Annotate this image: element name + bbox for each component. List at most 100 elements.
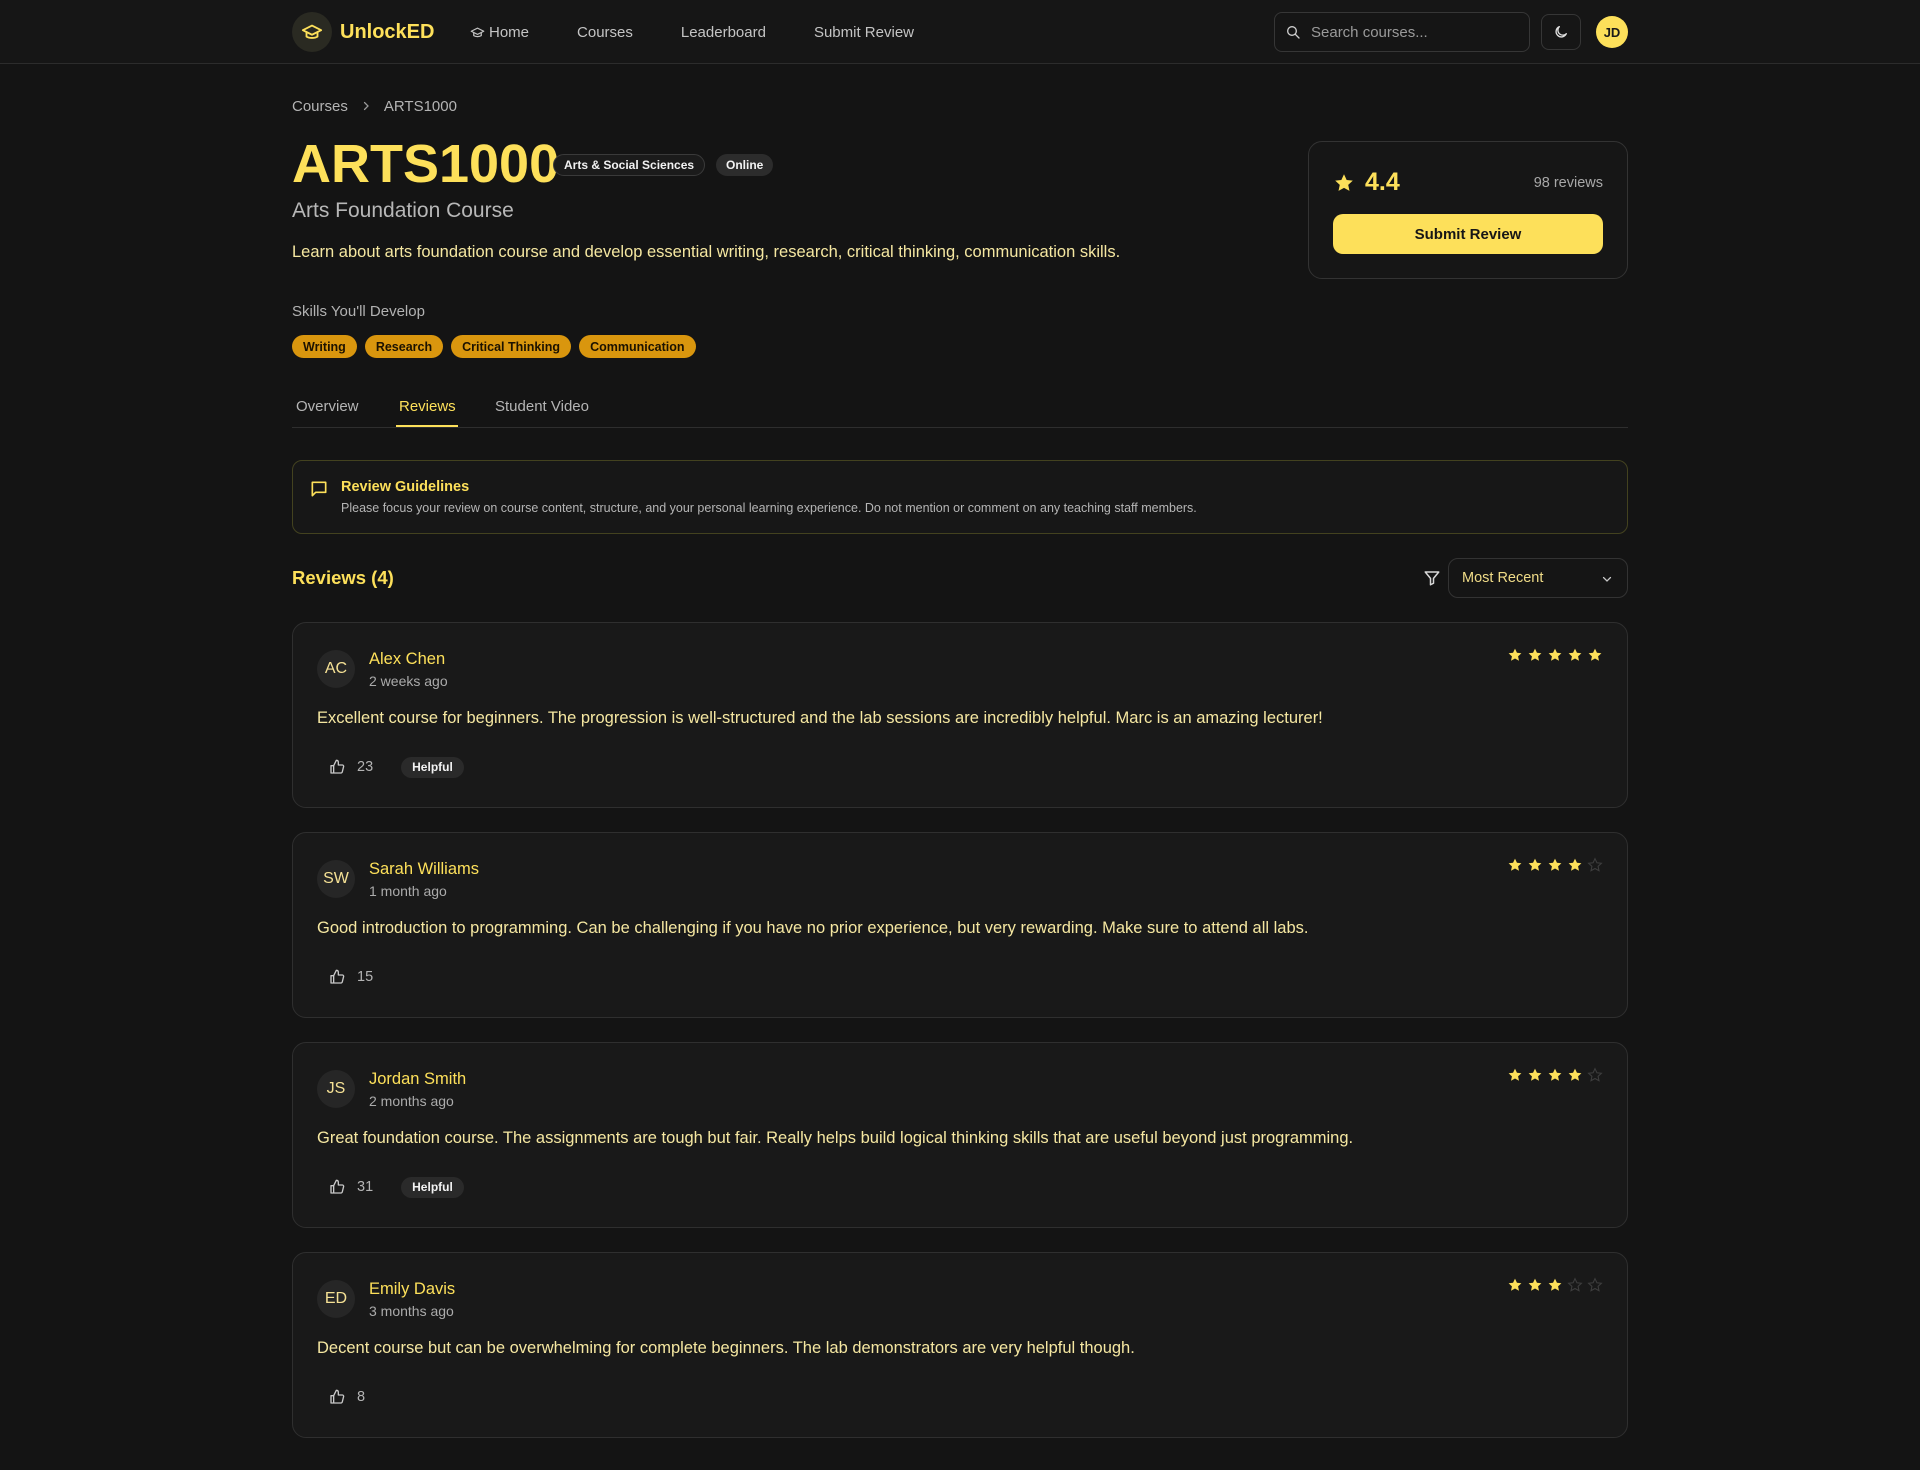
delivery-mode-badge: Online	[716, 154, 774, 176]
user-avatar[interactable]: JD	[1596, 16, 1628, 48]
star-filled-icon	[1548, 648, 1562, 661]
skill-tag: Communication	[579, 335, 696, 358]
like-count: 15	[357, 969, 374, 985]
star-filled-icon	[1548, 858, 1562, 871]
star-filled-icon	[1508, 1068, 1522, 1081]
top-navbar: UnlockED Home Courses Leaderboard Submit…	[0, 0, 1920, 64]
review-card: AC Alex Chen 2 weeks ago Excellent cours…	[292, 622, 1628, 808]
breadcrumb: Courses ARTS1000	[292, 96, 457, 116]
breadcrumb-courses-link[interactable]: Courses	[292, 98, 348, 115]
review-text: Decent course but can be overwhelming fo…	[317, 1339, 1135, 1357]
nav-submit-review-link[interactable]: Submit Review	[814, 24, 914, 41]
reviews-heading: Reviews (4)	[292, 567, 394, 588]
like-count: 8	[357, 1389, 366, 1405]
brand-logo[interactable]: UnlockED	[292, 12, 434, 52]
like-button[interactable]: 15	[329, 969, 373, 985]
course-tabs: Overview Reviews Student Video	[292, 388, 1628, 428]
star-filled-icon	[1548, 1068, 1562, 1081]
review-stars	[1503, 647, 1603, 663]
star-filled-icon	[1508, 858, 1522, 871]
review-card: JS Jordan Smith 2 months ago Great found…	[292, 1042, 1628, 1228]
thumbs-up-icon	[330, 1179, 345, 1194]
guidelines-text: Please focus your review on course conte…	[341, 501, 1197, 515]
review-text: Excellent course for beginners. The prog…	[317, 709, 1323, 727]
star-filled-icon	[1568, 648, 1582, 661]
breadcrumb-current: ARTS1000	[383, 97, 457, 115]
sort-dropdown[interactable]: Most Recent	[1448, 558, 1628, 598]
rating-card: 4.4 98 reviews Submit Review	[1308, 141, 1628, 279]
like-button[interactable]: 31	[329, 1179, 373, 1195]
star-filled-icon	[1528, 858, 1542, 871]
message-square-icon	[311, 481, 327, 497]
like-count: 31	[357, 1179, 374, 1195]
course-name: Arts Foundation Course	[292, 199, 514, 222]
star-filled-icon	[1508, 1278, 1522, 1291]
reviewer-avatar: SW	[317, 860, 355, 898]
star-filled-icon	[1528, 1068, 1542, 1081]
nav-home-link[interactable]: Home	[470, 24, 529, 41]
review-card: SW Sarah Williams 1 month ago Good intro…	[292, 832, 1628, 1018]
nav-leaderboard-link[interactable]: Leaderboard	[681, 24, 766, 41]
course-code: ARTS1000	[292, 134, 560, 194]
skills-label: Skills You'll Develop	[292, 303, 425, 320]
graduation-cap-icon	[292, 12, 332, 52]
star-filled-icon	[1588, 648, 1602, 661]
guidelines-title: Review Guidelines	[341, 479, 470, 495]
search-input[interactable]	[1311, 23, 1511, 41]
like-button[interactable]: 23	[329, 759, 373, 775]
graduation-cap-icon	[470, 27, 485, 37]
search-box	[1274, 12, 1530, 52]
sort-selected-value: Most Recent	[1462, 570, 1544, 586]
reviewer-name: Jordan Smith	[369, 1070, 467, 1088]
review-time: 2 months ago	[369, 1093, 454, 1109]
helpful-badge: Helpful	[401, 1176, 464, 1198]
thumbs-up-icon	[330, 969, 345, 984]
reviewer-avatar: ED	[317, 1280, 355, 1318]
review-time: 1 month ago	[369, 883, 447, 899]
filter-icon	[1424, 571, 1440, 586]
thumbs-up-icon	[330, 1389, 345, 1404]
review-text: Good introduction to programming. Can be…	[317, 919, 1309, 937]
nav-courses-link[interactable]: Courses	[577, 24, 633, 41]
tab-overview[interactable]: Overview	[296, 398, 359, 415]
helpful-badge: Helpful	[401, 756, 464, 778]
review-stars	[1503, 1067, 1603, 1083]
tab-reviews[interactable]: Reviews	[399, 398, 456, 415]
star-empty-icon	[1587, 1067, 1603, 1082]
rating-summary: 4.4	[1333, 168, 1400, 197]
star-filled-icon	[1528, 1278, 1542, 1291]
star-empty-icon	[1567, 1277, 1583, 1292]
chevron-down-icon	[1602, 576, 1612, 582]
like-count: 23	[357, 759, 374, 775]
tab-student-video[interactable]: Student Video	[495, 398, 589, 415]
review-time: 3 months ago	[369, 1303, 454, 1319]
reviewer-avatar: JS	[317, 1070, 355, 1108]
review-actions: 23 Helpful	[329, 755, 464, 779]
review-stars	[1503, 857, 1603, 873]
moon-icon	[1555, 26, 1567, 38]
star-icon	[1335, 173, 1353, 191]
review-actions: 8	[329, 1385, 365, 1409]
nav-home-label: Home	[489, 23, 530, 41]
star-empty-icon	[1587, 857, 1603, 872]
skill-tag: Writing	[292, 335, 357, 358]
reviewer-name: Emily Davis	[369, 1280, 456, 1298]
review-text: Great foundation course. The assignments…	[317, 1129, 1354, 1147]
average-rating: 4.4	[1365, 168, 1400, 196]
review-count: 98 reviews	[1533, 175, 1603, 191]
star-filled-icon	[1508, 648, 1522, 661]
star-filled-icon	[1568, 1068, 1582, 1081]
brand-name: UnlockED	[340, 20, 435, 43]
thumbs-up-icon	[330, 759, 345, 774]
submit-review-button[interactable]: Submit Review	[1333, 214, 1603, 254]
reviewer-avatar: AC	[317, 650, 355, 688]
nav-links: Home Courses Leaderboard Submit Review	[470, 0, 962, 64]
review-guidelines: Review Guidelines Please focus your revi…	[292, 460, 1628, 534]
review-actions: 15	[329, 965, 373, 989]
review-card: ED Emily Davis 3 months ago Decent cours…	[292, 1252, 1628, 1438]
theme-toggle-button[interactable]	[1541, 14, 1581, 50]
star-empty-icon	[1587, 1277, 1603, 1292]
skill-tag: Critical Thinking	[451, 335, 572, 358]
reviewer-name: Alex Chen	[369, 650, 446, 668]
like-button[interactable]: 8	[329, 1389, 365, 1405]
